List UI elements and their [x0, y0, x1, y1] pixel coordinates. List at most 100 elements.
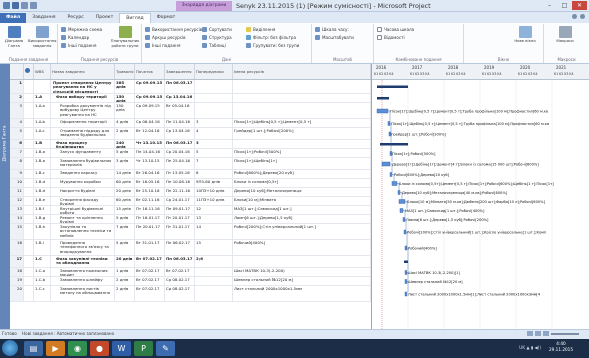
row-predecessors[interactable] — [195, 103, 233, 118]
zoom-button[interactable]: Масштабувати — [315, 35, 354, 40]
row-start[interactable]: Вт 07.02.17 — [135, 268, 165, 276]
save-icon[interactable] — [12, 2, 19, 9]
row-predecessors[interactable]: 7 — [195, 158, 233, 169]
row-duration[interactable]: 240 днів — [115, 140, 135, 148]
row-start[interactable]: Вт 07.02.17 — [135, 256, 165, 267]
firefox-icon[interactable]: ● — [90, 341, 109, 356]
system-tray[interactable]: UK ▲ ▮ ◀)) — [519, 345, 541, 350]
row-predecessors[interactable]: 9ПЗ-60 днів — [195, 179, 233, 187]
network-diagram-button[interactable]: Мережна схема — [61, 27, 102, 32]
row-resources[interactable]: Шевлер стальний №12[20 м] — [233, 277, 371, 285]
tab-format[interactable]: Формат — [151, 13, 182, 23]
row-start[interactable]: Вт 26.04.16 — [135, 170, 165, 178]
row-indicator[interactable] — [24, 128, 34, 139]
table-row[interactable]: 19 1.C.b Замовлення шлейфу 2 днів Вт 07.02.1… — [10, 277, 371, 286]
row-id[interactable]: 6 — [10, 140, 24, 148]
row-wbs[interactable]: 1.A — [34, 94, 51, 102]
resource-usage-button[interactable]: Використання ресурсів — [145, 27, 202, 32]
table-row[interactable]: 4 1.A.b Оформлення території 4 днів Ср 06.04… — [10, 119, 371, 128]
help-icon[interactable] — [580, 14, 585, 19]
row-finish[interactable]: Пн 06.02.17 — [165, 240, 195, 255]
row-resources[interactable]: Дерево[10 куб];Металочерепиця — [233, 188, 371, 196]
table-row[interactable]: 14 1.B.g Ремонт та кріплення будівлі 5 днів… — [10, 215, 371, 224]
row-task-name[interactable]: Замовлення листів металу на облицювання — [51, 286, 115, 301]
zoom-slider[interactable] — [551, 332, 579, 335]
gantt-chart[interactable]: 2016 K1 K2 K3 K4 2017 K1 K2 K3 K4 2018 K1 K2 … — [371, 64, 589, 329]
row-finish[interactable]: Пн 22.11.16 — [165, 188, 195, 196]
timescale-dropdown[interactable]: Шкала часу: — [315, 27, 349, 32]
row-task-name[interactable]: Фаза процесу будівництва — [51, 140, 115, 148]
row-duration[interactable]: 5 днів — [115, 240, 135, 255]
row-predecessors[interactable]: 12 — [195, 206, 233, 214]
row-indicator[interactable] — [24, 170, 34, 178]
row-wbs[interactable]: 1.A.a — [34, 103, 51, 118]
clock[interactable]: 4:40 29.11.2015 — [549, 341, 573, 353]
row-finish[interactable]: Пт 13.05.16 — [165, 170, 195, 178]
row-start[interactable]: Пт 16.01.17 — [135, 215, 165, 223]
row-finish[interactable]: Ср 24.01.17 — [165, 197, 195, 205]
row-duration[interactable]: 5 днів — [115, 215, 135, 223]
row-duration[interactable]: 15 днів — [115, 206, 135, 214]
task-table[interactable]: WBS Назва завдання Тривалість Початок За… — [10, 64, 371, 329]
row-wbs[interactable]: 1.C — [34, 256, 51, 267]
row-resources[interactable]: Лист стальний 2000х1000х1.5мм — [233, 286, 371, 301]
row-indicator[interactable] — [24, 188, 34, 196]
row-id[interactable]: 1 — [10, 80, 24, 93]
row-indicator[interactable] — [24, 240, 34, 255]
row-id[interactable]: 13 — [10, 206, 24, 214]
row-predecessors[interactable]: 13 — [195, 215, 233, 223]
row-finish[interactable]: Пн 09.01.17 — [165, 206, 195, 214]
row-task-name[interactable]: Замовлення шлейфу — [51, 277, 115, 285]
row-duration[interactable]: 2 днів — [115, 128, 135, 139]
row-indicator[interactable] — [24, 277, 34, 285]
row-resources[interactable]: Блоки із солома[0,5т] — [233, 179, 371, 187]
row-predecessors[interactable]: 2;6 — [195, 256, 233, 267]
redo-icon[interactable] — [30, 2, 37, 9]
explorer-icon[interactable]: ▤ — [24, 341, 43, 356]
row-start[interactable]: Вт 07.02.17 — [135, 286, 165, 301]
row-indicator[interactable] — [24, 268, 34, 276]
row-resources[interactable]: Робочі[600%];Дерево[20 куб] — [233, 170, 371, 178]
row-id[interactable]: 9 — [10, 170, 24, 178]
row-predecessors[interactable] — [195, 94, 233, 102]
row-predecessors[interactable]: 3 — [195, 140, 233, 148]
row-indicator[interactable] — [24, 158, 34, 169]
table-row[interactable]: 18 1.C.a Замовлення пожежних машин 1 днів Вт… — [10, 268, 371, 277]
row-id[interactable]: 7 — [10, 149, 24, 157]
row-predecessors[interactable] — [195, 80, 233, 93]
table-row[interactable]: 6 1.B Фаза процесу будівництва 240 днів Чт 1… — [10, 140, 371, 149]
row-duration[interactable]: 7 днів — [115, 224, 135, 239]
row-task-name[interactable]: Замовлення будівельних матеріалів — [51, 158, 115, 169]
row-wbs[interactable]: 1.B.c — [34, 170, 51, 178]
chrome-icon[interactable]: ◉ — [68, 341, 87, 356]
sort-button[interactable]: Сортувати — [202, 27, 232, 32]
row-resources[interactable]: Пісок[1т];Щебінь[0,5 т];Цемент[0,5 т] — [233, 119, 371, 127]
row-task-name[interactable]: Зведення каркасу — [51, 170, 115, 178]
row-start[interactable]: Вт 12.04.16 — [135, 128, 165, 139]
row-id[interactable]: 18 — [10, 268, 24, 276]
row-finish[interactable]: Вт 07.02.17 — [165, 268, 195, 276]
highlight-dropdown[interactable]: Виділення — [246, 27, 275, 32]
row-predecessors[interactable]: 15 — [195, 240, 233, 255]
row-wbs[interactable]: 1.B.d — [34, 188, 51, 196]
row-resources[interactable]: Ламп[6 шт.];Дерево[1,5 куб] — [233, 215, 371, 223]
row-duration[interactable]: 385 днів — [115, 80, 135, 93]
gantt-chart-button[interactable]: Діаграма Ганта — [1, 26, 27, 48]
row-predecessors[interactable]: 8 — [195, 170, 233, 178]
row-predecessors[interactable]: 11ПЗ+10 днів — [195, 197, 233, 205]
row-task-name[interactable]: Замовлення пожежних машин — [51, 268, 115, 276]
tab-view[interactable]: Вигляд — [119, 13, 151, 23]
table-row[interactable]: 5 1.A.c Отримання підряду для зведення буд… — [10, 128, 371, 140]
calendar-button[interactable]: Календар — [61, 35, 89, 40]
row-id[interactable]: 3 — [10, 103, 24, 118]
row-wbs[interactable]: 1.B.d — [34, 179, 51, 187]
row-finish[interactable]: Вт 05.04.16 — [165, 103, 195, 118]
undo-icon[interactable] — [21, 2, 28, 9]
row-wbs[interactable]: 1.C.b — [34, 277, 51, 285]
row-start[interactable]: Вт 31.01.17 — [135, 240, 165, 255]
row-task-name[interactable]: Закупівля та встановлення техніки та меб… — [51, 224, 115, 239]
view-shortcut-gantt-icon[interactable] — [527, 331, 533, 336]
row-start[interactable]: Пт 16.11.16 — [135, 206, 165, 214]
row-wbs[interactable]: 1.B.a — [34, 158, 51, 169]
row-wbs[interactable]: 1.B.a — [34, 149, 51, 157]
